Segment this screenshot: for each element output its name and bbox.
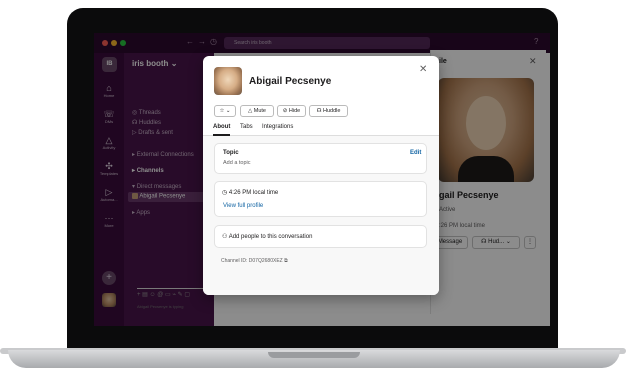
modal-avatar — [214, 67, 242, 95]
tab-about[interactable]: About — [213, 124, 230, 130]
star-button[interactable]: ☆ ⌄ — [214, 105, 236, 117]
conversation-details-modal: Abigail Pecsenye ✕ ☆ ⌄ △ Mute ⊘ Hide ☊ H… — [203, 56, 439, 295]
add-person-icon: ⚇ — [222, 234, 229, 240]
tab-integrations[interactable]: Integrations — [262, 124, 293, 130]
chevron-down-icon: ⌄ — [225, 108, 231, 114]
topic-card[interactable]: Topic Edit Add a topic — [214, 143, 427, 174]
local-time: ◷ 4:26 PM local time — [222, 190, 279, 196]
tab-tabs[interactable]: Tabs — [240, 124, 253, 130]
topic-edit-link[interactable]: Edit — [410, 150, 421, 156]
modal-close-icon[interactable]: ✕ — [419, 64, 427, 75]
hide-button[interactable]: ⊘ Hide — [277, 105, 306, 117]
add-people-card[interactable]: ⚇ Add people to this conversation — [214, 225, 427, 248]
huddle-button[interactable]: ☊ Huddle — [309, 105, 348, 117]
topic-label: Topic — [223, 150, 239, 156]
time-card: ◷ 4:26 PM local time View full profile — [214, 181, 427, 217]
clock-icon: ◷ — [222, 190, 229, 196]
copy-icon[interactable]: ⧉ — [284, 258, 288, 264]
star-icon: ☆ — [219, 108, 225, 114]
modal-name: Abigail Pecsenye — [249, 76, 332, 87]
channel-id: Channel ID: D07Q2680XEZ ⧉ — [221, 258, 288, 264]
view-full-profile-link[interactable]: View full profile — [223, 203, 263, 209]
laptop-notch — [268, 352, 360, 358]
mute-button[interactable]: △ Mute — [240, 105, 274, 117]
topic-placeholder: Add a topic — [223, 160, 251, 166]
add-people-row: ⚇ Add people to this conversation — [222, 234, 313, 240]
